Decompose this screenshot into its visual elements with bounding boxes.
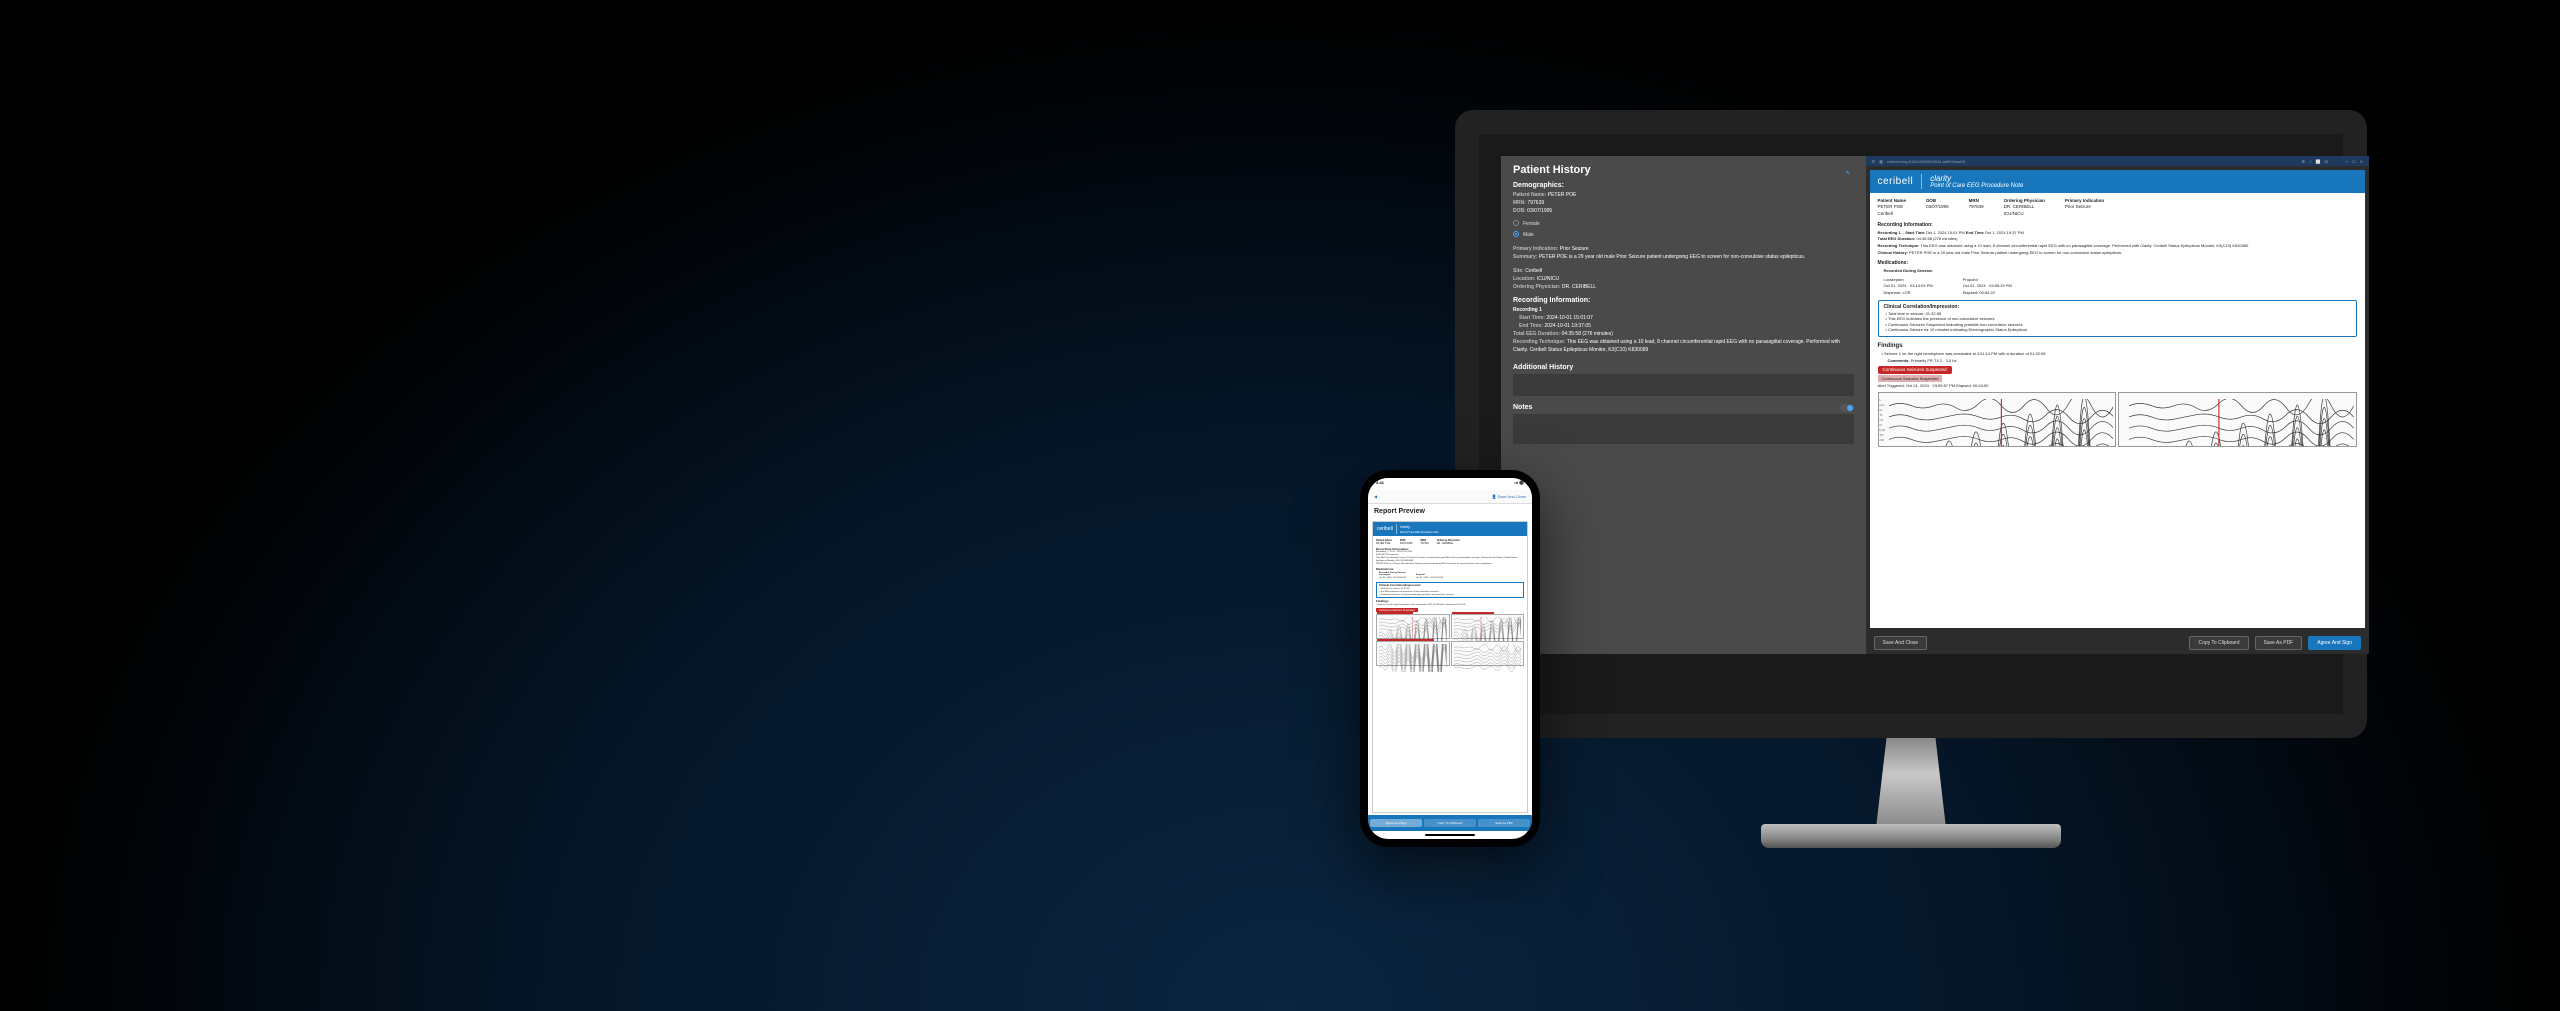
tool-icon-2[interactable]: □	[2309, 159, 2311, 164]
findings-heading: Findings	[1878, 342, 2357, 350]
phone-statusbar: 4:41 •ıl ⚫	[1368, 478, 1532, 490]
ordering-physician-row: Ordering Physician: DR. CERIBELL	[1513, 283, 1854, 291]
recording-1-label: Recording 1	[1513, 306, 1854, 314]
maximize-icon[interactable]: ☐	[2352, 159, 2356, 164]
phone-time: 4:41	[1376, 480, 1384, 488]
seizure-badge: Continuous Seizures Suspected	[1878, 366, 1952, 374]
document-content: Patient NamePETER POECeribell DOB03/07/1…	[1870, 193, 2365, 452]
agree-and-sign-button[interactable]: Agree And Sign	[2308, 636, 2361, 650]
tool-icon-4[interactable]: ☒	[2324, 159, 2328, 164]
rec-info-heading: Recording Information:	[1878, 222, 2357, 229]
close-icon[interactable]: ✕	[2360, 159, 2363, 164]
phone-title-right[interactable]: 👤 Save And Close	[1491, 494, 1526, 499]
sex-male-row[interactable]: Male	[1513, 230, 1854, 239]
phone-doc-body: Patient NamePETER POE DOB03/07/1995 MRN7…	[1373, 536, 1527, 812]
phone-header: Report Preview	[1368, 504, 1532, 519]
patient-name-row: Patient Name: PETER POE	[1513, 191, 1854, 199]
correlation-box: Clinical Correlation/Impression: Total t…	[1878, 300, 2357, 337]
meta-row: Patient NamePETER POECeribell DOB03/07/1…	[1878, 198, 2357, 217]
phone-copy-to-clipboard-button[interactable]: Copy To Clipboard	[1424, 819, 1476, 827]
monitor-screen: Patient History ✎ Demographics: Patient …	[1501, 156, 2369, 654]
phone-button-bar: Agree And Sign Copy To Clipboard Save As…	[1368, 815, 1532, 831]
primary-indication-row: Primary Indication: Prior Seizure	[1513, 245, 1854, 253]
save-and-close-button[interactable]: Save And Close	[1874, 636, 1928, 650]
desktop-monitor: Patient History ✎ Demographics: Patient …	[1455, 110, 2367, 848]
start-time-row: Start Time: 2024-10-01 15:01:07	[1513, 314, 1854, 322]
notes-input[interactable]	[1513, 414, 1854, 444]
tool-icon-3[interactable]: ⬜	[2315, 159, 2320, 164]
phone-doc-header: ceribell clarity Point of Care EEG Proce…	[1373, 522, 1527, 536]
eeg-strip-2[interactable]: Continuous Seizures Suspected	[2118, 392, 2357, 447]
summary-row: Summary: PETER POE is a 29 year old male…	[1513, 253, 1854, 261]
brand-clarity: clarity Point of Care EEG Procedure Note	[1921, 174, 2023, 189]
phone-signal-icons: •ıl ⚫	[1514, 480, 1524, 488]
radio-male[interactable]	[1513, 231, 1519, 237]
phone-save-as-pdf-button[interactable]: Save As PDF	[1478, 819, 1530, 827]
duration-row: Total EEG Duration: 04:35:58 (276 minute…	[1513, 330, 1854, 338]
brand-ceribell: ceribell	[1878, 176, 1914, 187]
notes-toggle[interactable]	[1840, 404, 1854, 412]
phone-titlebar: ◀ 👤 Save And Close	[1368, 490, 1532, 504]
phone-shadow	[1380, 848, 1520, 888]
phone-back-button[interactable]: ◀	[1374, 494, 1377, 499]
eeg-strip-1[interactable]: Bedside alert L FpL FL TL OL R FpR TR OR	[1878, 392, 2117, 447]
save-as-pdf-button[interactable]: Save As PDF	[2255, 636, 2303, 650]
radio-female[interactable]	[1513, 220, 1519, 226]
patient-history-panel: Patient History ✎ Demographics: Patient …	[1501, 156, 1866, 654]
monitor-frame: Patient History ✎ Demographics: Patient …	[1455, 110, 2367, 738]
minimize-icon[interactable]: ⎯	[2346, 159, 2348, 164]
medications-heading: Medications:	[1878, 260, 2357, 267]
end-time-row: End Time: 2024-10-01 19:37:05	[1513, 322, 1854, 330]
phone-home-indicator[interactable]	[1368, 831, 1532, 839]
additional-history-heading: Additional History	[1513, 364, 1854, 371]
monitor-stand	[1761, 738, 2061, 848]
location-row: Location: ICU/NICU	[1513, 275, 1854, 283]
tool-icon-1[interactable]: ⊞	[2302, 159, 2305, 164]
recording-info-heading: Recording Information:	[1513, 297, 1854, 304]
document-panel: ☰ ▦ ceribell-eeg-0164-0000004644-abff034…	[1866, 156, 2369, 654]
seizure-sub-badge: Continuous Seizures Suspected	[1878, 375, 1943, 383]
mrn-row: MRN: 797639	[1513, 199, 1854, 207]
phone-device: 4:41 •ıl ⚫ ◀ 👤 Save And Close Report Pre…	[1360, 470, 1540, 847]
additional-history-input[interactable]	[1513, 374, 1854, 396]
dob-row: DOB: 03/07/1995	[1513, 207, 1854, 215]
technique-row: Recording Technique: This EEG was obtain…	[1513, 338, 1854, 354]
filename-label: ceribell-eeg-0164-0000004644-abff034ad46	[1887, 159, 1965, 164]
document-body: ceribell clarity Point of Care EEG Proce…	[1870, 170, 2365, 628]
phone-document[interactable]: ceribell clarity Point of Care EEG Proce…	[1372, 521, 1528, 813]
demographics-heading: Demographics:	[1513, 182, 1854, 189]
sex-female-row[interactable]: Female	[1513, 219, 1854, 228]
site-row: Site: Ceribell	[1513, 267, 1854, 275]
document-titlebar: ☰ ▦ ceribell-eeg-0164-0000004644-abff034…	[1866, 156, 2369, 166]
menu-icon[interactable]: ☰	[1872, 159, 1876, 164]
copy-to-clipboard-button[interactable]: Copy To Clipboard	[2189, 636, 2248, 650]
eeg-strips: Bedside alert L FpL FL TL OL R FpR TR OR	[1878, 392, 2357, 447]
button-bar: Save And Close Copy To Clipboard Save As…	[1866, 632, 2369, 654]
document-header: ceribell clarity Point of Care EEG Proce…	[1870, 170, 2365, 193]
notes-heading: Notes	[1513, 404, 1854, 411]
panel-title: Patient History	[1513, 164, 1854, 176]
edit-icon[interactable]: ✎	[1846, 170, 1856, 180]
phone-agree-and-sign-button[interactable]: Agree And Sign	[1370, 819, 1422, 827]
grid-icon[interactable]: ▦	[1879, 159, 1883, 164]
phone-screen: 4:41 •ıl ⚫ ◀ 👤 Save And Close Report Pre…	[1368, 478, 1532, 839]
